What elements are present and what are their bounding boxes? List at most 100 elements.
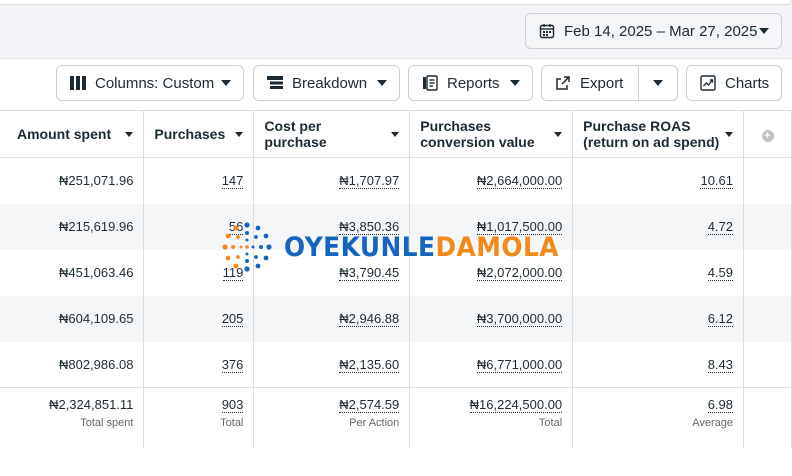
header-conversion-value[interactable]: Purchases conversion value [409,110,574,158]
chevron-down-icon [377,80,387,86]
reports-button[interactable]: Reports [408,65,533,101]
chart-trend-icon [699,74,717,92]
roas-value[interactable]: 4.72 [707,219,734,235]
total-amount-caption: Total spent [80,417,134,429]
empty-cell [743,249,792,296]
calendar-icon [538,22,556,40]
export-options-chevron-icon[interactable] [653,80,663,86]
value-cell[interactable]: ₦3,700,000.00 [409,295,574,342]
total-purchases-caption: Total [220,417,244,429]
roas-cell[interactable]: 4.59 [572,249,745,296]
header-label: Amount spent [17,126,112,142]
table-row[interactable]: ₦604,109.65 205 ₦2,946.88 ₦3,700,000.00 … [0,295,792,342]
export-label[interactable]: Export [580,75,623,92]
total-value-cell[interactable]: ₦16,224,500.00 Total [409,387,574,448]
value-cell[interactable]: ₦2,664,000.00 [409,157,574,204]
total-roas-caption: Average [692,417,734,429]
date-range-label: Feb 14, 2025 – Mar 27, 2025 [564,22,758,40]
cost-value[interactable]: ₦2,135.60 [339,356,400,373]
total-cost-cell[interactable]: ₦2,574.59 Per Action [253,387,411,448]
columns-label: Columns: Custom [95,74,215,92]
conversion-value[interactable]: ₦6,771,000.00 [476,356,563,373]
purchases-cell[interactable]: 205 [143,295,255,342]
cost-cell[interactable]: ₦2,135.60 [253,341,411,388]
header-label: conversion value [420,134,535,150]
reports-icon [421,74,439,92]
table-header-row: Amount spent Purchases Cost per purchase… [0,110,792,158]
total-roas-cell[interactable]: 6.98 Average [572,387,745,448]
roas-cell[interactable]: 6.12 [572,295,745,342]
watermark-text-orange: DAMOLA [435,231,559,263]
roas-value[interactable]: 6.12 [707,311,734,327]
breakdown-icon [266,74,284,92]
roas-cell[interactable]: 8.43 [572,341,745,388]
columns-button[interactable]: Columns: Custom [56,65,244,101]
header-edge [0,0,792,5]
header-label: Purchases [420,118,492,134]
amount-cell: ₦215,619.96 [0,203,145,250]
breakdown-button[interactable]: Breakdown [253,65,400,101]
total-purchases-cell[interactable]: 903 Total [143,387,255,448]
breakdown-label: Breakdown [292,74,368,92]
total-conversion-value[interactable]: ₦16,224,500.00 [469,397,563,413]
header-cost-per-purchase[interactable]: Cost per purchase [253,110,411,158]
total-roas-value[interactable]: 6.98 [707,397,734,413]
divider [638,66,639,100]
sort-chevron-icon [725,132,734,137]
purchases-value[interactable]: 205 [221,311,244,327]
header-label: Purchase ROAS [583,118,691,134]
total-amount-cell: ₦2,324,851.11 Total spent [0,387,145,448]
roas-cell[interactable]: 4.72 [572,203,745,250]
watermark-text: OYEKUNLEDAMOLA [284,232,559,263]
header-label: purchase [264,134,327,150]
cost-value[interactable]: ₦2,946.88 [339,311,400,327]
empty-cell [743,203,792,250]
roas-value[interactable]: 4.59 [707,265,734,281]
roas-value[interactable]: 8.43 [707,356,734,373]
cost-cell[interactable]: ₦2,946.88 [253,295,411,342]
chevron-down-icon [510,80,520,86]
amount-cell: ₦451,063.46 [0,249,145,296]
sort-chevron-icon [125,132,134,137]
total-purchases-value[interactable]: 903 [221,397,244,413]
header-purchases[interactable]: Purchases [143,110,255,158]
charts-button[interactable]: Charts [686,65,782,101]
header-amount-spent[interactable]: Amount spent [0,110,145,158]
sort-chevron-icon [391,132,400,137]
empty-cell [743,157,792,204]
amount-cell: ₦251,071.96 [0,157,145,204]
divider [0,58,792,59]
charts-label: Charts [725,74,770,92]
sort-chevron-icon [235,132,244,137]
value-cell[interactable]: ₦6,771,000.00 [409,341,574,388]
roas-cell[interactable]: 10.61 [572,157,745,204]
conversion-value[interactable]: ₦3,700,000.00 [476,311,563,327]
sort-chevron-icon [554,132,563,137]
roas-value[interactable]: 10.61 [700,173,734,190]
total-amount-value: ₦2,324,851.11 [49,397,134,412]
cost-cell[interactable]: ₦1,707.97 [253,157,411,204]
columns-icon [69,74,87,92]
purchases-value[interactable]: 376 [221,356,244,373]
add-column-button[interactable]: + [743,110,792,158]
total-cost-value[interactable]: ₦2,574.59 [339,397,400,413]
purchases-cell[interactable]: 147 [143,157,255,204]
add-column-icon: + [761,130,774,142]
empty-cell [743,387,792,448]
amount-cell: ₦802,986.08 [0,341,145,388]
watermark: OYEKUNLEDAMOLA [222,222,583,272]
table-row[interactable]: ₦802,986.08 376 ₦2,135.60 ₦6,771,000.00 … [0,341,792,388]
purchases-cell[interactable]: 376 [143,341,255,388]
date-range-picker[interactable]: Feb 14, 2025 – Mar 27, 2025 [525,13,782,49]
table-row[interactable]: ₦251,071.96 147 ₦1,707.97 ₦2,664,000.00 … [0,157,792,204]
watermark-logo-icon [222,222,272,272]
empty-cell [743,341,792,388]
export-icon[interactable] [554,74,572,92]
conversion-value[interactable]: ₦2,664,000.00 [476,173,563,190]
header-label: (return on ad spend) [583,134,720,150]
cost-value[interactable]: ₦1,707.97 [339,173,400,190]
amount-cell: ₦604,109.65 [0,295,145,342]
header-purchase-roas[interactable]: Purchase ROAS (return on ad spend) [572,110,745,158]
watermark-text-blue: OYEKUNLE [284,231,436,263]
purchases-value[interactable]: 147 [221,173,244,190]
